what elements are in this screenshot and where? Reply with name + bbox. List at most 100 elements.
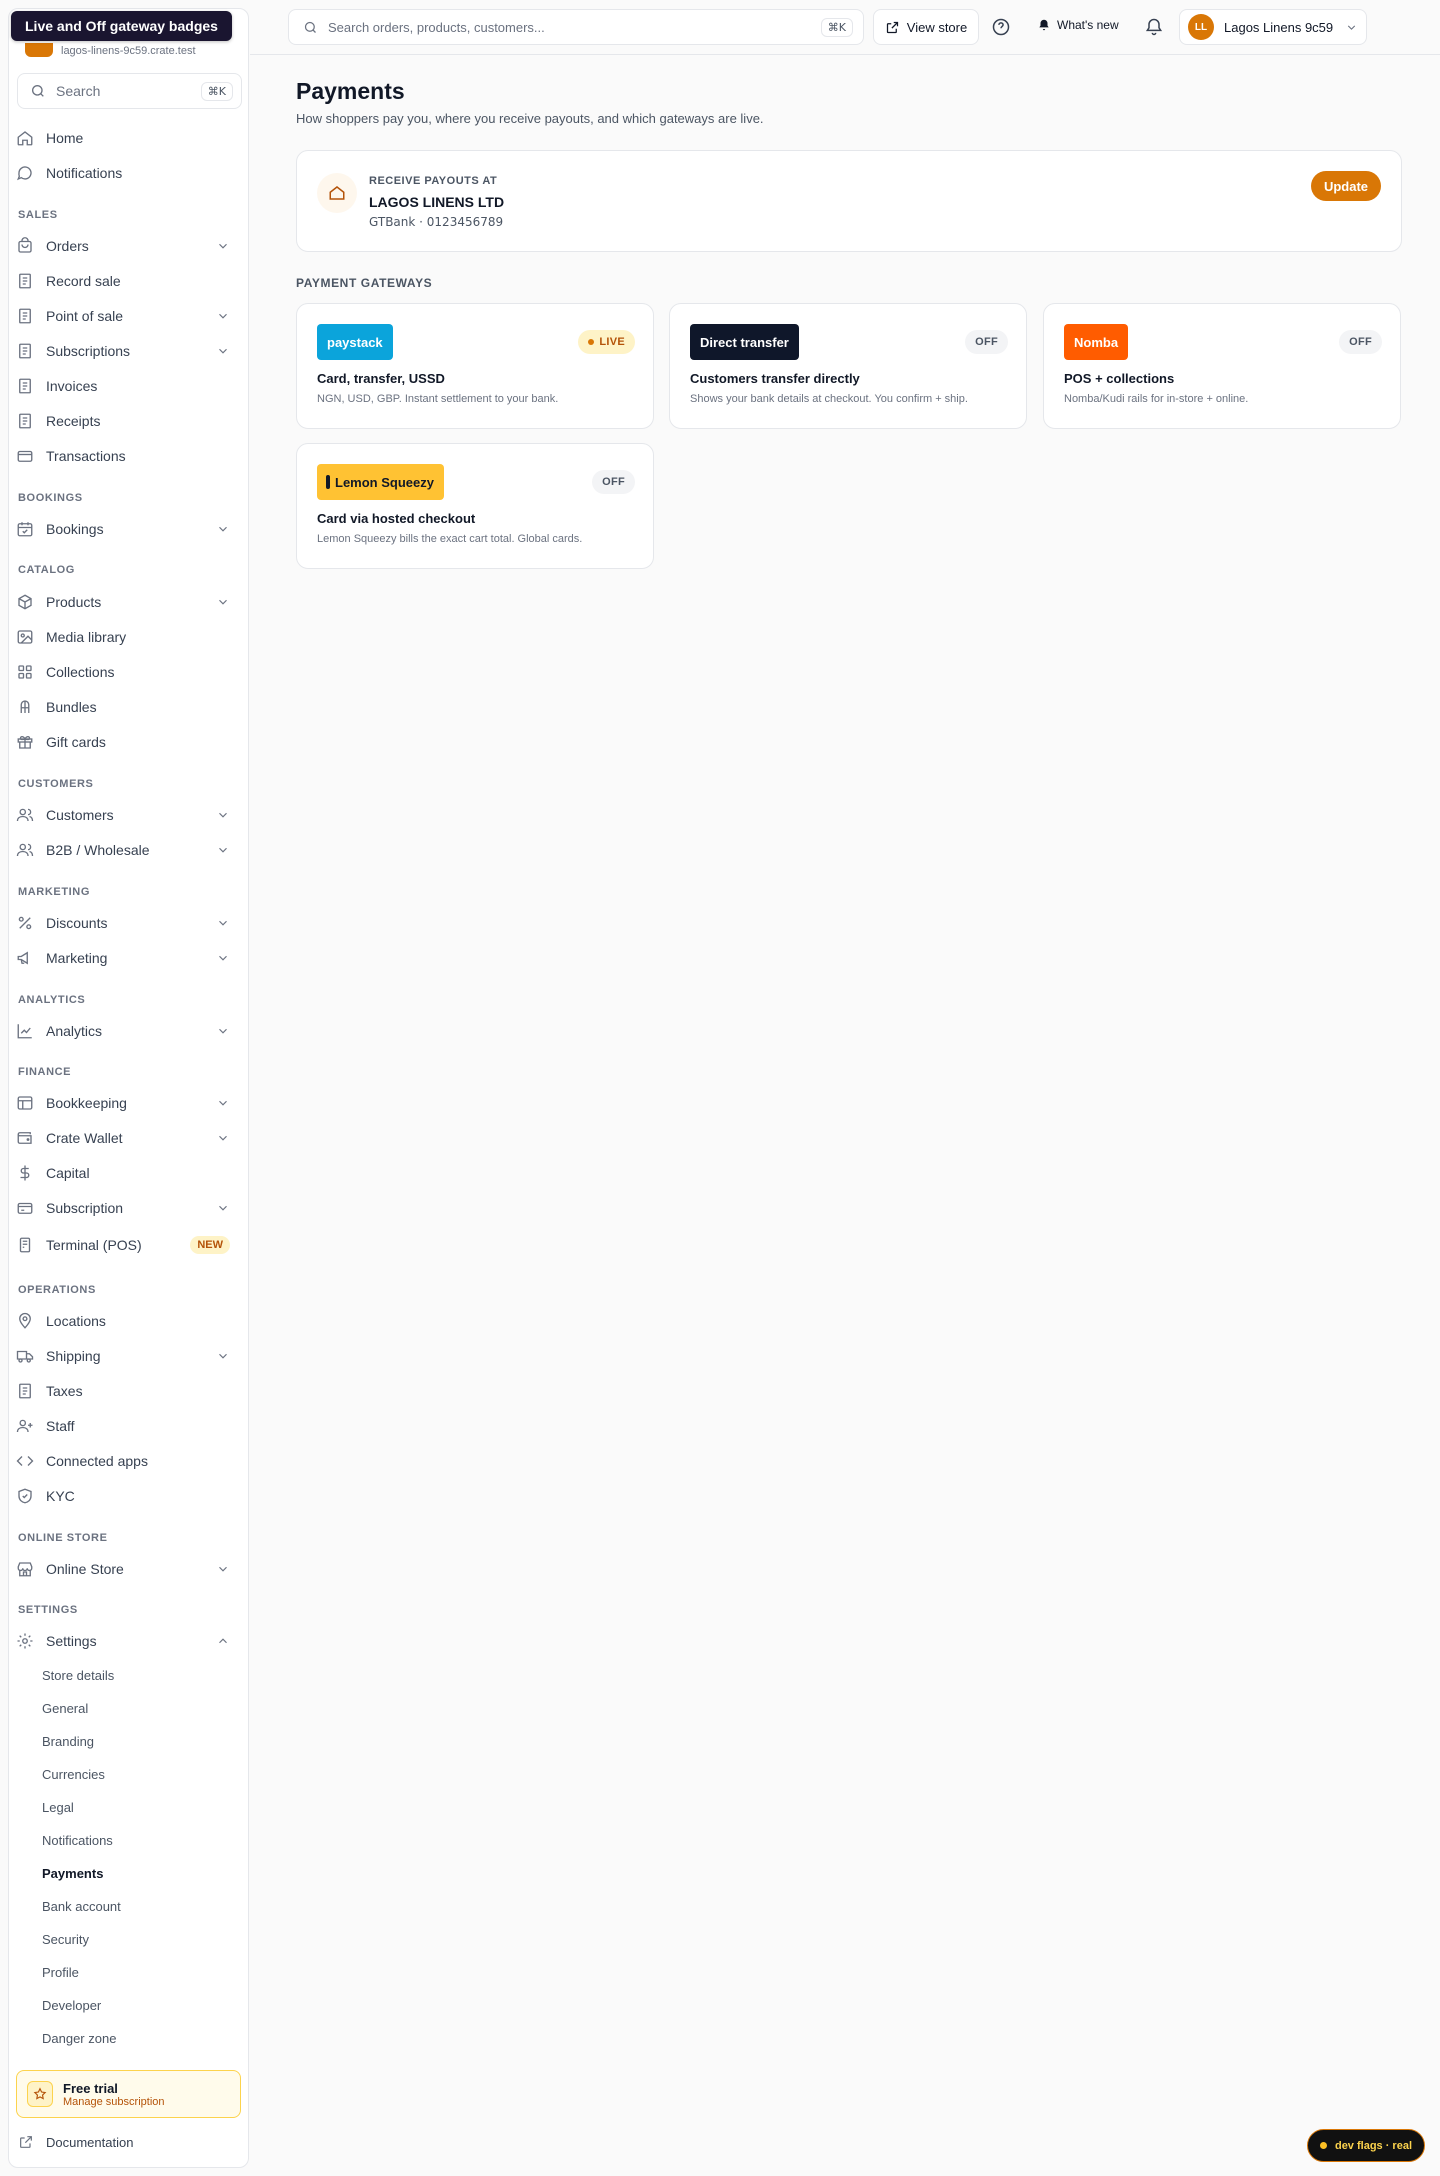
- sidebar-item-collections[interactable]: Collections: [16, 658, 234, 686]
- sidebar-item-discounts[interactable]: Discounts: [16, 909, 234, 937]
- settings-sub-profile[interactable]: Profile: [42, 1965, 79, 1980]
- sidebar-item-label: KYC: [46, 1488, 75, 1504]
- sidebar-item-locations[interactable]: Locations: [16, 1307, 234, 1335]
- settings-sub-general[interactable]: General: [42, 1701, 88, 1716]
- settings-sub-currencies[interactable]: Currencies: [42, 1767, 105, 1782]
- status-label: LIVE: [599, 336, 625, 348]
- sidebar-item-gift-cards[interactable]: Gift cards: [16, 728, 234, 756]
- payout-account-card: RECEIVE PAYOUTS AT LAGOS LINENS LTD GTBa…: [296, 150, 1402, 252]
- sidebar-item-shipping[interactable]: Shipping: [16, 1342, 234, 1370]
- settings-sub-legal[interactable]: Legal: [42, 1800, 74, 1815]
- users-icon: [16, 843, 34, 857]
- sidebar-item-subscription[interactable]: Subscription: [16, 1194, 234, 1222]
- sidebar-item-customers[interactable]: Customers: [16, 801, 234, 829]
- sidebar-item-bundles[interactable]: Bundles: [16, 693, 234, 721]
- store-switcher[interactable]: lagos-linens-9c59.crate.test: [25, 43, 196, 57]
- sidebar-item-record-sale[interactable]: Record sale: [16, 267, 234, 295]
- sidebar-item-receipts[interactable]: Receipts: [16, 407, 234, 435]
- sidebar-item-label: Marketing: [46, 950, 108, 966]
- manage-subscription-link[interactable]: Manage subscription: [63, 2096, 165, 2108]
- settings-sub-payments[interactable]: Payments: [42, 1866, 103, 1881]
- receipt-icon: [19, 273, 31, 289]
- free-trial-card[interactable]: Free trial Manage subscription: [16, 2070, 241, 2118]
- sidebar-item-products[interactable]: Products: [16, 588, 234, 616]
- settings-sub-security[interactable]: Security: [42, 1932, 89, 1947]
- sidebar-item-notifications[interactable]: Notifications: [16, 159, 234, 187]
- sidebar-item-label: Crate Wallet: [46, 1130, 123, 1146]
- account-name: Lagos Linens 9c59: [1224, 19, 1334, 35]
- gateway-title: Card, transfer, USSD: [317, 371, 445, 386]
- image-icon: [17, 630, 33, 644]
- chevron-up-icon: [219, 1638, 227, 1644]
- gateway-card-nomba[interactable]: Nomba OFF POS + collections Nomba/Kudi r…: [1043, 303, 1401, 429]
- section-settings: SETTINGS: [18, 1604, 78, 1616]
- sidebar-item-label: Taxes: [46, 1383, 83, 1399]
- sidebar-item-point-of-sale[interactable]: Point of sale: [16, 302, 234, 330]
- sidebar-item-label: Orders: [46, 238, 89, 254]
- sidebar-item-staff[interactable]: Staff: [16, 1412, 234, 1440]
- store-domain: lagos-linens-9c59.crate.test: [61, 45, 196, 57]
- global-search-input[interactable]: Search orders, products, customers... ⌘K: [288, 9, 864, 45]
- sidebar-search[interactable]: Search ⌘K: [17, 73, 242, 109]
- sidebar-item-terminal-pos[interactable]: Terminal (POS) NEW: [16, 1231, 234, 1259]
- sidebar-item-label: Analytics: [46, 1023, 103, 1039]
- sidebar-item-label: Customers: [46, 807, 114, 823]
- chevron-down-icon: [219, 812, 227, 818]
- sidebar-item-bookkeeping[interactable]: Bookkeeping: [16, 1089, 234, 1117]
- sidebar-item-label: Subscription: [46, 1200, 124, 1216]
- gateway-description: Shows your bank details at checkout. You…: [690, 393, 968, 405]
- update-payout-button[interactable]: Update: [1310, 171, 1381, 201]
- sidebar-item-bookings[interactable]: Bookings: [16, 515, 234, 543]
- calendar-check-icon: [17, 522, 33, 537]
- gateway-card-lemon-squeezy[interactable]: Lemon Squeezy OFF Card via hosted checko…: [296, 443, 654, 569]
- chevron-down-icon: [219, 1205, 227, 1211]
- sidebar-item-kyc[interactable]: KYC: [16, 1482, 234, 1510]
- sidebar-item-taxes[interactable]: Taxes: [16, 1377, 234, 1405]
- sidebar-item-label: Subscriptions: [46, 343, 131, 359]
- sidebar-item-invoices[interactable]: Invoices: [16, 372, 234, 400]
- sidebar-item-online-store[interactable]: Online Store: [16, 1555, 234, 1583]
- sidebar-item-settings[interactable]: Settings: [16, 1627, 234, 1655]
- sidebar-item-orders[interactable]: Orders: [16, 232, 234, 260]
- live-dot: [588, 339, 595, 345]
- settings-sub-store-details[interactable]: Store details: [42, 1668, 114, 1683]
- box-icon: [18, 594, 32, 610]
- section-analytics: ANALYTICS: [18, 994, 86, 1006]
- sidebar-item-crate-wallet[interactable]: Crate Wallet: [16, 1124, 234, 1152]
- gateway-card-paystack[interactable]: paystack LIVE Card, transfer, USSD NGN, …: [296, 303, 654, 429]
- sidebar-item-connected-apps[interactable]: Connected apps: [16, 1447, 234, 1475]
- settings-sub-branding[interactable]: Branding: [42, 1734, 94, 1749]
- chevron-down-icon: [219, 920, 227, 926]
- sidebar-item-subscriptions[interactable]: Subscriptions: [16, 337, 234, 365]
- section-finance: FINANCE: [18, 1066, 72, 1078]
- account-menu[interactable]: LL Lagos Linens 9c59: [1179, 9, 1367, 45]
- settings-sub-danger-zone[interactable]: Danger zone: [42, 2031, 116, 2046]
- storefront-icon: [17, 1562, 33, 1577]
- chevron-down-icon: [219, 847, 227, 853]
- credit-card-icon: [17, 450, 33, 462]
- whats-new-label: What's new: [1057, 18, 1119, 32]
- sidebar-item-analytics[interactable]: Analytics: [16, 1017, 234, 1045]
- whats-new-button[interactable]: What's new: [1037, 18, 1119, 32]
- gateway-badges-tooltip: Live and Off gateway badges: [11, 11, 232, 41]
- external-link-icon: [886, 21, 898, 33]
- settings-sub-notifications[interactable]: Notifications: [42, 1833, 113, 1848]
- sidebar-item-marketing[interactable]: Marketing: [16, 944, 234, 972]
- settings-sub-developer[interactable]: Developer: [42, 1998, 101, 2013]
- sidebar-item-label: Shipping: [46, 1348, 101, 1364]
- gateway-description: NGN, USD, GBP. Instant settlement to you…: [317, 393, 559, 405]
- sidebar-item-capital[interactable]: Capital: [16, 1159, 234, 1187]
- sidebar-item-transactions[interactable]: Transactions: [16, 442, 234, 470]
- help-icon[interactable]: [991, 17, 1011, 37]
- settings-sub-bank-account[interactable]: Bank account: [42, 1899, 121, 1914]
- search-icon: [32, 85, 44, 97]
- sidebar-item-b2b-wholesale[interactable]: B2B / Wholesale: [16, 836, 234, 864]
- view-store-button[interactable]: View store: [873, 9, 979, 45]
- sidebar-item-home[interactable]: Home: [16, 124, 234, 152]
- dev-flags-pill[interactable]: dev flags · real: [1307, 2129, 1425, 2162]
- gateway-card-direct-transfer[interactable]: Direct transfer OFF Customers transfer d…: [669, 303, 1027, 429]
- sidebar-item-label: Notifications: [46, 165, 123, 181]
- documentation-link[interactable]: Documentation: [18, 2134, 133, 2150]
- notifications-bell-icon[interactable]: [1144, 17, 1164, 37]
- sidebar-item-media-library[interactable]: Media library: [16, 623, 234, 651]
